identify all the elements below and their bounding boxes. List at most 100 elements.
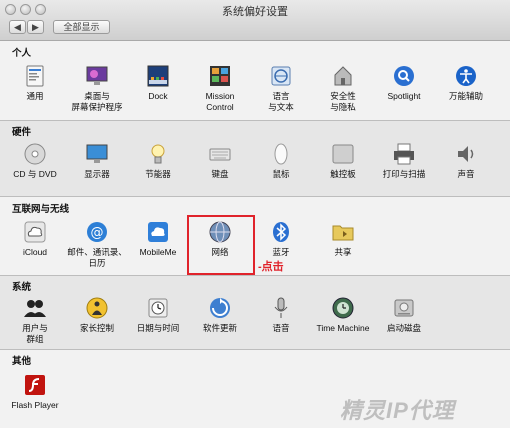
pref-accessibility[interactable]: 万能辅助 [436,64,496,102]
pref-users-groups[interactable]: 用户与 群组 [5,296,65,345]
section-header-internet: 互联网与无线 [12,204,70,215]
pref-label: 声音 [457,169,475,179]
pref-date-time[interactable]: 日期与时间 [128,296,188,334]
mail-icon: @ [87,222,107,242]
pref-sharing[interactable]: 共享 [313,220,373,258]
pref-cd-dvd[interactable]: CD 与 DVD [5,142,65,180]
pref-label: Dock [148,91,168,101]
dock-icon [147,65,169,87]
pref-mobileme[interactable]: MobileMe [128,220,188,258]
display-icon [86,144,108,163]
pref-label: 鼠标 [272,169,290,179]
pref-label: iCloud [22,247,48,257]
trackpad-icon [332,144,354,164]
spotlight-icon [394,66,414,86]
pref-displays[interactable]: 显示器 [67,142,127,180]
pref-label: 软件更新 [202,323,237,333]
pref-bluetooth[interactable]: 蓝牙 [251,220,311,258]
pref-label: 万能辅助 [448,91,483,101]
titlebar: 系统偏好设置 ◀ ▶ 全部显示 [0,0,510,41]
pref-label: 安全性 与隐私 [330,91,356,112]
show-all-button[interactable]: 全部显示 [53,20,110,34]
back-button[interactable]: ◀ [9,20,26,34]
pref-label: CD 与 DVD [13,169,57,179]
pref-label: 打印与扫描 [382,169,426,179]
pref-icloud[interactable]: iCloud [5,220,65,258]
pref-desktop-screensaver[interactable]: 桌面与 屏幕保护程序 [67,64,127,113]
pref-trackpad[interactable]: 触控板 [313,142,373,180]
svg-text:@: @ [91,226,104,241]
keyboard-icon [209,148,231,161]
pref-label: 桌面与 屏幕保护程序 [71,91,123,112]
pref-speech[interactable]: 语音 [251,296,311,334]
pref-general[interactable]: 通用 [5,64,65,102]
pref-sound[interactable]: 声音 [436,142,496,180]
pref-mail-contacts-calendars[interactable]: @ 邮件、通讯录、 日历 [67,220,127,269]
pref-label: 键盘 [211,169,229,179]
update-icon [210,298,230,318]
cd-icon [24,143,46,165]
disk-icon [394,299,414,317]
pref-keyboard[interactable]: 键盘 [190,142,250,180]
pref-parental-controls[interactable]: 家长控制 [67,296,127,334]
parental-icon [86,297,108,319]
pref-language-text[interactable]: 语言 与文本 [251,64,311,113]
microphone-icon [274,297,288,318]
energy-saver-icon [151,144,165,164]
language-icon [271,66,291,86]
sound-icon [458,146,474,162]
pref-label: 节能器 [145,169,171,179]
mouse-icon [274,143,288,165]
bluetooth-icon [273,222,289,242]
section-header-hardware: 硬件 [12,127,32,138]
flash-icon [25,375,45,395]
pref-time-machine[interactable]: Time Machine [313,296,373,334]
accessibility-icon [456,66,476,86]
pref-label: 语言 与文本 [268,91,294,112]
watermark: 精灵IP代理 [340,398,455,423]
pref-flash-player[interactable]: Flash Player [5,373,65,411]
pref-label: Spotlight [387,91,421,101]
pref-label: 通用 [26,91,44,101]
pref-label: 触控板 [330,169,356,179]
printer-icon [394,143,414,165]
pref-mission-control[interactable]: Mission Control [190,64,250,113]
pref-mouse[interactable]: 鼠标 [251,142,311,180]
pref-label: 显示器 [84,169,110,179]
pref-startup-disk[interactable]: 启动磁盘 [374,296,434,334]
pref-print-scan[interactable]: 打印与扫描 [374,142,434,180]
click-annotation: -点击 [258,261,284,273]
security-icon [334,66,352,86]
pref-label: 蓝牙 [272,247,290,257]
general-icon [26,65,44,87]
section-header-personal: 个人 [12,48,32,59]
mission-control-icon [210,66,230,86]
pref-label: Time Machine [316,323,370,333]
section-header-system: 系统 [12,282,32,293]
pref-label: 启动磁盘 [386,323,421,333]
pref-label: 日期与时间 [136,323,180,333]
pref-label: 共享 [334,247,352,257]
pref-label: 家长控制 [79,323,114,333]
sharing-icon [332,225,354,241]
pref-label: Flash Player [11,400,59,410]
network-highlight-box [187,215,255,275]
pref-spotlight[interactable]: Spotlight [374,64,434,102]
section-header-other: 其他 [12,356,32,367]
pref-label: 用户与 群组 [22,323,48,344]
pref-security-privacy[interactable]: 安全性 与隐私 [313,64,373,113]
system-preferences-window: 系统偏好设置 ◀ ▶ 全部显示 个人 硬件 互联网与无线 系统 其他 通用 桌面… [0,0,510,428]
pref-label: 邮件、通讯录、 日历 [67,247,127,268]
pref-software-update[interactable]: 软件更新 [190,296,250,334]
forward-button[interactable]: ▶ [27,20,44,34]
pref-label: 语音 [272,323,290,333]
pref-label: Mission Control [205,91,235,112]
pref-energy-saver[interactable]: 节能器 [128,142,188,180]
time-machine-icon [332,297,354,319]
desktop-icon [86,66,108,85]
icloud-icon [24,221,46,243]
window-title: 系统偏好设置 [222,6,288,18]
pref-dock[interactable]: Dock [128,64,188,102]
pref-label: MobileMe [139,247,177,257]
clock-icon [148,298,168,318]
